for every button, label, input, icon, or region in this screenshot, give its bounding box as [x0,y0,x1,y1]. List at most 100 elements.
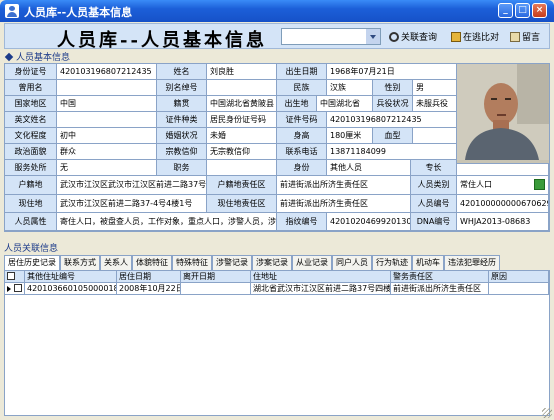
attr-label: 人员属性 [5,213,57,231]
tab-criminal-history[interactable]: 违法犯罪经历 [444,255,500,270]
used-name-value[interactable] [57,80,157,96]
marital-value[interactable]: 未婚 [207,128,277,144]
header-bar: 人员库--人员基本信息 关联查询 在逃比对 留言 [4,23,550,51]
cell-reason [489,283,549,295]
religion-value[interactable]: 无宗教信仰 [207,144,277,160]
col-police-area[interactable]: 警务责任区 [391,271,489,283]
grid-icon[interactable] [534,179,545,190]
tab-residence-history[interactable]: 居住历史记录 [4,255,60,271]
message-button[interactable]: 留言 [510,29,540,44]
gender-label: 性别 [373,80,413,96]
cell-police-area: 前进街派出所济生责任区 [391,283,489,295]
person-photo [457,64,549,164]
query-select[interactable] [281,28,381,45]
tab-case-records[interactable]: 涉案记录 [252,255,292,270]
tab-contact[interactable]: 联系方式 [60,255,100,270]
tab-activity-track[interactable]: 行为轨迹 [372,255,412,270]
diamond-icon [4,52,14,61]
phone-value[interactable]: 13871184099 [327,144,457,160]
cert-type-label: 证件种类 [157,112,207,128]
table-row[interactable]: 420103660105000018741 2008年10月22日 湖北省武汉市… [5,283,549,295]
birthplace-value[interactable]: 中国湖北省 [317,96,373,112]
id-value[interactable]: 420103196807212435 [57,64,157,80]
basic-info-grid: 身份证号 420103196807212435 姓名 刘良胜 出生日期 1968… [4,63,550,232]
tab-vehicles[interactable]: 机动车 [412,255,444,270]
fugitive-compare-button[interactable]: 在逃比对 [451,29,499,44]
address-value[interactable]: 武汉市江汉区前进二路37-4号4楼1号 [57,195,207,213]
title-bar: 人员库--人员基本信息 _ □ × [0,0,554,22]
tab-relations[interactable]: 关系人 [100,255,132,270]
minimize-button[interactable]: _ [498,3,513,18]
section-basic-info: 人员基本信息 [4,51,70,63]
row-pointer-icon [7,286,11,292]
tab-police-records[interactable]: 涉警记录 [212,255,252,270]
row-select-cell[interactable] [5,283,25,295]
category-value[interactable]: 常住人口 [457,176,549,195]
related-query-button[interactable]: 关联查询 [389,29,437,44]
address-office-label: 现住地责任区 [207,195,277,213]
cell-address: 湖北省武汉市江汉区前进二路37号四楼1号 [251,283,391,295]
col-address[interactable]: 住地址 [251,271,391,283]
user-icon [5,4,19,18]
ethnicity-value[interactable]: 汉族 [327,80,373,96]
identity-value[interactable]: 其他人员 [327,160,411,176]
height-value[interactable]: 180厘米 [327,128,373,144]
political-value[interactable]: 群众 [57,144,157,160]
select-all-cell[interactable] [5,271,25,283]
person-photo-image [457,64,549,160]
edu-value[interactable]: 初中 [57,128,157,144]
name-label: 姓名 [157,64,207,80]
search-icon [389,31,399,42]
col-address-no[interactable]: 其他住址编号 [25,271,117,283]
gender-value[interactable]: 男 [413,80,457,96]
checkbox-icon[interactable] [7,272,15,280]
duty-value[interactable] [207,160,277,176]
residence-table: 其他住址编号 居住日期 离开日期 住地址 警务责任区 原因 4201036601… [4,270,550,416]
tab-appearance[interactable]: 体貌特征 [132,255,172,270]
edu-label: 文化程度 [5,128,57,144]
country-label: 国家地区 [5,96,57,112]
tab-special-features[interactable]: 特殊特征 [172,255,212,270]
chevron-down-icon[interactable] [366,29,380,44]
birth-value[interactable]: 1968年07月21日 [327,64,457,80]
col-reason[interactable]: 原因 [489,271,549,283]
household-office-value[interactable]: 前进街派出所济生责任区 [277,176,411,195]
religion-label: 宗教信仰 [157,144,207,160]
maximize-button[interactable]: □ [515,3,530,18]
household-value[interactable]: 武汉市江汉区武汉市江汉区前进二路37号 [57,176,207,195]
military-value[interactable]: 未服兵役 [413,96,457,112]
service-value[interactable]: 无 [57,160,157,176]
section-related-info: 人员关联信息 [4,244,59,254]
resize-grip[interactable] [542,408,552,418]
col-live-date[interactable]: 居住日期 [117,271,181,283]
blood-value[interactable] [413,128,457,144]
fingerprint-value[interactable]: 42010204699201307004 [327,213,411,231]
dna-value[interactable]: WHJA2013-08683 [457,213,549,231]
household-office-label: 户籍地责任区 [207,176,277,195]
person-no-value[interactable]: 4201000000006706298 [457,195,549,213]
alias-value[interactable] [207,80,277,96]
fingerprint-label: 指纹编号 [277,213,327,231]
marital-label: 婚姻状况 [157,128,207,144]
close-button[interactable]: × [532,3,547,18]
identity-label: 身份 [277,160,327,176]
checkbox-icon[interactable] [13,284,22,292]
name-value[interactable]: 刘良胜 [207,64,277,80]
cert-type-value[interactable]: 居民身份证号码 [207,112,277,128]
tab-household-members[interactable]: 同户人员 [332,255,372,270]
attr-value[interactable]: 寄住人口，被盘查人员，工作对象，重点人口，涉警人员，涉案人员 [57,213,277,231]
cert-no-value[interactable]: 420103196807212435 [327,112,457,128]
ethnicity-label: 民族 [277,80,327,96]
household-label: 户籍地 [5,176,57,195]
height-label: 身高 [277,128,327,144]
birthplace-label: 出生地 [277,96,317,112]
en-name-value[interactable] [57,112,157,128]
col-leave-date[interactable]: 离开日期 [181,271,251,283]
cert-no-label: 证件号码 [277,112,327,128]
military-label: 兵役状况 [373,96,413,112]
id-label: 身份证号 [5,64,57,80]
address-office-value[interactable]: 前进街派出所济生责任区 [277,195,411,213]
native-value[interactable]: 中国湖北省黄陂县 [207,96,277,112]
tab-employment[interactable]: 从业记录 [292,255,332,270]
country-value[interactable]: 中国 [57,96,157,112]
